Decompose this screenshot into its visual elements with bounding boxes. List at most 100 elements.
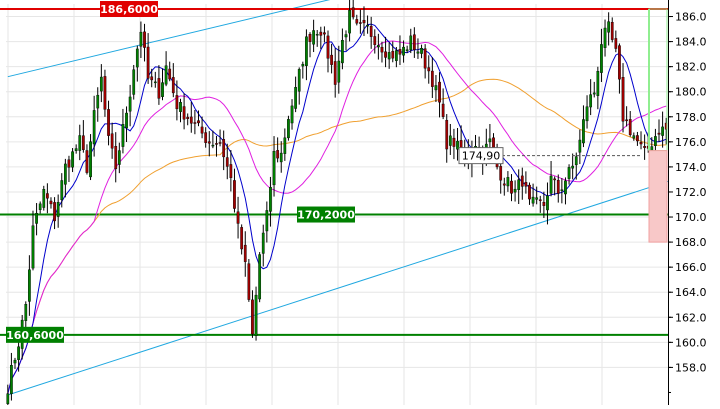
candle [189,101,193,133]
candle-body [513,188,517,193]
candle [628,111,632,137]
candle-body [643,146,646,148]
candle [326,30,330,73]
candle [517,169,521,204]
candle [283,128,287,161]
candle [42,185,46,211]
candle [107,100,110,146]
candle-body [10,365,13,394]
candle-body [308,33,312,42]
candle-body [636,135,639,142]
candle-body [114,146,118,170]
candle-body [351,7,355,18]
candle [610,17,614,43]
candle-body [315,34,319,36]
candle [441,88,445,120]
candle [110,122,114,159]
middle-support-label: 170,2000 [297,209,355,222]
candle-body [398,49,402,55]
y-tick-label: 176.0 [675,136,707,149]
candle-body [438,81,441,103]
candle-body [168,68,172,80]
candle-body [528,184,531,200]
candle [294,76,297,113]
candle-body [229,164,233,178]
candle-body [222,139,226,158]
candle [538,195,542,213]
candle [582,105,585,148]
candle-body [553,178,557,181]
candle [341,28,344,70]
candle [193,109,197,135]
candle-body [517,179,521,190]
candle [67,155,71,182]
candle [89,134,92,181]
candle [164,51,168,87]
candle-body [412,34,416,50]
candle-body [171,77,175,94]
candle-body [578,139,582,153]
candle-body [254,294,258,336]
candle-body [387,52,391,60]
candle-body [99,76,103,92]
candle [171,63,175,98]
candle-body [427,67,431,72]
candle-body [416,51,420,54]
candle-body [333,61,337,85]
candle [323,26,326,43]
candle-body [305,36,308,66]
candle-body [359,22,362,24]
candle-body [179,102,182,112]
candle-body [402,46,405,56]
candle [290,99,294,130]
candle-body [639,141,643,145]
candle-body [38,203,42,210]
candle [438,72,441,118]
candle [240,224,244,255]
candle-body [506,177,510,187]
candle [592,81,596,98]
channel-lower-line [7,166,714,396]
candle [423,44,427,79]
candle-body [17,346,20,360]
candle [448,123,452,155]
candle [222,130,226,171]
candle-body [448,135,452,146]
candle-body [125,112,128,129]
candle [215,135,218,157]
candle-body [596,70,600,96]
candle [161,68,164,101]
candle-body [139,31,143,47]
candle [74,144,78,154]
candle [236,196,240,239]
candle-body [520,175,524,187]
candle-body [607,21,611,33]
candle [81,120,85,153]
candle-body [269,187,272,212]
candle [621,63,625,133]
candle-body [276,150,280,159]
candle [186,113,190,126]
candle-body [161,82,164,97]
candle-body [46,193,49,199]
candle [502,177,506,196]
candle-body [654,136,657,146]
candle [114,132,118,183]
candle-body [341,39,344,64]
candle-body [564,180,567,195]
candle-body [74,148,78,151]
candle [391,41,395,63]
candle [211,130,215,149]
candle-body [499,166,503,181]
candle-body [567,167,571,179]
candle-body [287,119,290,139]
candle-body [85,150,89,173]
candle-body [204,132,208,143]
y-tick-label: 184.0 [675,36,707,49]
candle-body [279,152,283,163]
candle [207,131,211,157]
y-tick-label: 160.0 [675,336,707,349]
candle-body [560,189,564,191]
candle [49,197,53,209]
candle [143,23,146,62]
